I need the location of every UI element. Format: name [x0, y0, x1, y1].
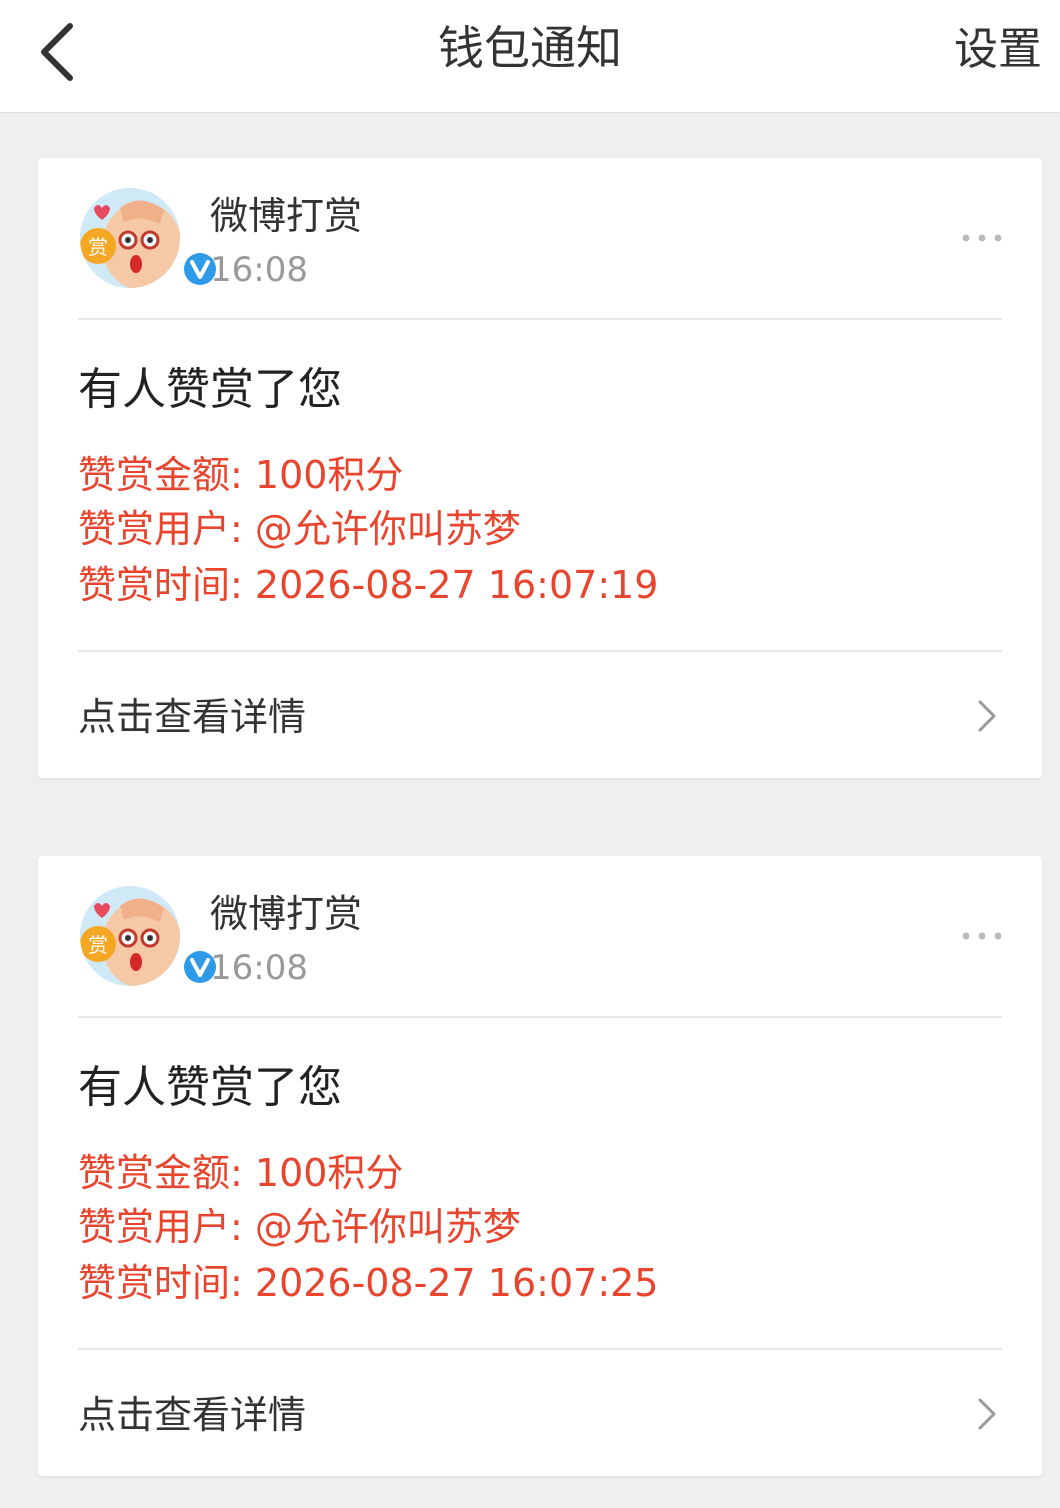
settings-button[interactable]: 设置	[954, 21, 1042, 79]
view-details-label: 点击查看详情	[78, 1393, 307, 1437]
notification-time: 16:08	[210, 948, 308, 988]
reward-amount-value: 100积分	[254, 453, 404, 497]
reward-time: 赞赏时间: 2026-08-27 16:07:25	[78, 1258, 658, 1308]
notification-card: 赏 微博打赏 16:08 有人赞赏了您 赞赏金额: 100积分 赞赏用户: @允…	[38, 856, 1042, 1476]
reward-user: 赞赏用户: @允许你叫苏梦	[78, 1202, 521, 1252]
view-details-link[interactable]: 点击查看详情	[38, 652, 1042, 778]
notification-title: 有人赞赏了您	[78, 1062, 342, 1113]
avatar[interactable]: 赏	[80, 188, 220, 289]
reward-amount-label: 赞赏金额:	[78, 1151, 255, 1195]
navigation-bar: 钱包通知 设置	[0, 0, 1060, 113]
more-button[interactable]	[960, 220, 1004, 256]
avatar[interactable]: 赏	[80, 886, 220, 987]
reward-user-label: 赞赏用户:	[78, 507, 255, 551]
reward-time-label: 赞赏时间:	[78, 1261, 255, 1305]
avatar-image: 赏	[80, 188, 180, 288]
reward-amount: 赞赏金额: 100积分	[78, 450, 403, 500]
reward-time: 赞赏时间: 2026-08-27 16:07:19	[78, 560, 658, 610]
more-dots-icon	[962, 234, 1002, 242]
reward-user-value[interactable]: @允许你叫苏梦	[255, 1205, 521, 1249]
notification-card: 赏 微博打赏 16:08 有人赞赏了您 赞赏金额: 100积分 赞赏用户: @允…	[38, 158, 1042, 778]
avatar-image: 赏	[80, 886, 180, 986]
sender-name[interactable]: 微博打赏	[210, 890, 362, 938]
more-button[interactable]	[960, 918, 1004, 954]
chevron-right-icon	[974, 696, 1000, 736]
reward-time-label: 赞赏时间:	[78, 563, 255, 607]
reward-time-value: 2026-08-27 16:07:25	[254, 1261, 659, 1305]
reward-time-value: 2026-08-27 16:07:19	[254, 563, 659, 607]
reward-amount-value: 100积分	[254, 1151, 404, 1195]
reward-user-label: 赞赏用户:	[78, 1205, 255, 1249]
more-dots-icon	[962, 932, 1002, 940]
reward-amount-label: 赞赏金额:	[78, 453, 255, 497]
avatar-badge-text: 赏	[88, 933, 108, 957]
reward-amount: 赞赏金额: 100积分	[78, 1148, 403, 1198]
avatar-badge-text: 赏	[88, 235, 108, 259]
card-header: 赏 微博打赏 16:08	[38, 856, 1042, 1016]
reward-user: 赞赏用户: @允许你叫苏梦	[78, 504, 521, 554]
sender-name[interactable]: 微博打赏	[210, 192, 362, 240]
notification-time: 16:08	[210, 250, 308, 290]
chevron-right-icon	[974, 1394, 1000, 1434]
notification-title: 有人赞赏了您	[78, 364, 342, 415]
view-details-link[interactable]: 点击查看详情	[38, 1350, 1042, 1476]
divider	[78, 1016, 1002, 1018]
card-header: 赏 微博打赏 16:08	[38, 158, 1042, 318]
divider	[78, 318, 1002, 320]
view-details-label: 点击查看详情	[78, 695, 307, 739]
reward-user-value[interactable]: @允许你叫苏梦	[255, 507, 521, 551]
page-title: 钱包通知	[438, 21, 622, 75]
